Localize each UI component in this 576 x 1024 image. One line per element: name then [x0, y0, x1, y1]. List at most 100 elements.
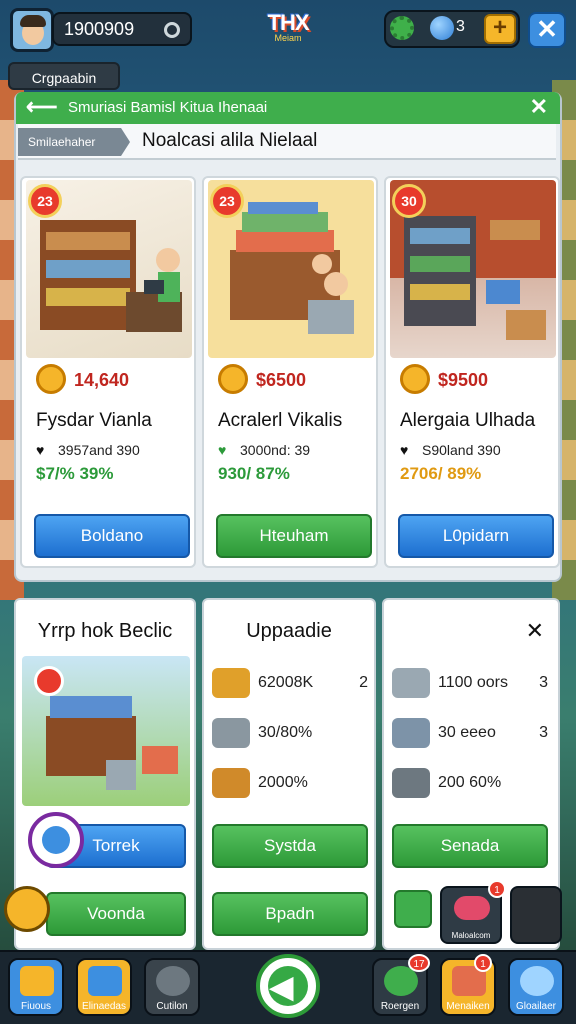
game-logo: THX Meiam	[256, 10, 320, 43]
coin-icon	[36, 364, 66, 394]
panel-close-icon[interactable]: ✕	[530, 94, 548, 120]
add-currency-button[interactable]: +	[484, 14, 516, 44]
back-arrow-icon[interactable]: ⟵	[26, 94, 58, 120]
promo-second-button[interactable]: Voonda	[46, 892, 186, 936]
quest-icon[interactable]	[4, 886, 50, 932]
card-action-button[interactable]: L0pidarn	[398, 514, 554, 558]
card-name: Alergaia Ulhada	[400, 410, 536, 431]
machine-icon	[392, 668, 430, 698]
level-badge: 23	[210, 184, 244, 218]
mini-card-label: Maloalcom	[451, 931, 491, 940]
nav-recycle[interactable]: Roergen 17	[372, 954, 430, 1016]
promo-title: Yrrp hok Beclic	[37, 620, 173, 642]
card-price: 14,640	[74, 370, 130, 390]
row-count: 3	[539, 674, 548, 691]
nav-label: Gloailaer	[515, 1001, 557, 1012]
row-count: 2	[359, 674, 368, 691]
row-text: 62008K	[258, 674, 314, 691]
ring-icon	[164, 22, 180, 38]
upgrade-row: 62008K 2	[212, 664, 372, 704]
upgrade-button[interactable]: Systda	[212, 824, 368, 868]
upgrade-second-button[interactable]: Bpadn	[212, 892, 368, 936]
home-icon	[20, 966, 54, 996]
card-percent: 930/ 87%	[218, 464, 290, 483]
coin-icon	[400, 364, 430, 394]
inventory-row: 200 60%	[392, 764, 552, 804]
promo-badge-icon	[34, 666, 64, 696]
cart-icon	[392, 768, 430, 798]
gem-count: 3	[456, 18, 465, 35]
nav-label: Menaiken	[446, 1001, 490, 1012]
inventory-button[interactable]: Senada	[392, 824, 548, 868]
shop-card[interactable]: 30 $9500 Alergaia Ulhada ♥ S90land 390 2…	[384, 176, 560, 568]
notification-badge: 1	[474, 954, 492, 972]
gold-bars-icon	[212, 768, 250, 798]
coin-counter[interactable]: 1900909	[52, 12, 192, 46]
heart-icon: ♥	[400, 442, 409, 458]
player-tag-button[interactable]: Crgpaabin	[8, 62, 120, 90]
logo-subtext: Meiam	[274, 33, 302, 43]
level-badge: 30	[392, 184, 426, 218]
nav-label: Elinaedas	[82, 1001, 126, 1012]
card-stat: 3957and 390	[58, 442, 140, 458]
row-text: 200 60%	[438, 774, 502, 791]
inventory-row: 1100 oors 3	[392, 664, 552, 704]
heart-icon: ♥	[218, 442, 227, 458]
row-text: 2000%	[258, 774, 308, 791]
map-icon[interactable]	[394, 890, 432, 928]
crate-icon	[212, 668, 250, 698]
upgrade-row: 30/80%	[212, 714, 372, 754]
inventory-row: 30 eeeo 3	[392, 714, 552, 754]
category-tag[interactable]: Smilaehaher	[18, 128, 130, 156]
panel-close-icon[interactable]: ✕	[526, 618, 544, 644]
card-name: Acralerl Vikalis	[218, 410, 343, 431]
row-text: 30/80%	[258, 724, 313, 741]
gem-icon	[430, 16, 454, 40]
player-avatar[interactable]	[10, 8, 54, 52]
row-text: 1100 oors	[438, 674, 508, 691]
card-percent: 2706/ 89%	[400, 464, 482, 483]
notification-badge: 17	[408, 954, 430, 972]
panel-title: Smuriasi Bamisl Kitua Ihenaai	[68, 99, 268, 116]
nav-home[interactable]: Fiuous	[8, 958, 64, 1016]
notification-badge: 1	[488, 880, 506, 898]
nav-customize[interactable]: Cutilon	[144, 958, 200, 1016]
row-text: 30 eeeo	[438, 724, 496, 741]
card-price: $6500	[256, 370, 307, 390]
upgrade-row: 2000%	[212, 764, 372, 804]
nav-label: Cutilon	[156, 1001, 188, 1012]
gear-icon[interactable]	[390, 16, 414, 40]
shop-card[interactable]: 23 14,640 Fysdar Vianla ♥ 3957and 390 $7…	[20, 176, 196, 568]
card-price: $9500	[438, 370, 489, 390]
mini-card[interactable]: Maloalcom 1	[440, 880, 506, 944]
card-action-button[interactable]: Hteuham	[216, 514, 372, 558]
card-action-button[interactable]: Boldano	[34, 514, 190, 558]
panel-header: ⟵ Smuriasi Bamisl Kitua Ihenaai ✕	[16, 92, 560, 124]
card-percent: $7/% 39%	[36, 464, 114, 483]
film-icon	[156, 966, 190, 996]
nav-shop[interactable]: Menaiken 1	[440, 954, 496, 1016]
coin-value: 1900909	[64, 19, 135, 39]
crate-icon	[88, 966, 122, 996]
nav-label: Fiuous	[20, 1001, 51, 1012]
level-badge: 23	[28, 184, 62, 218]
truck-icon	[392, 718, 430, 748]
card-name: Fysdar Vianla	[36, 410, 152, 431]
panel-subtitle: Noalcasi alila Nielaal	[142, 130, 318, 151]
nav-profile[interactable]: Gloailaer	[508, 958, 564, 1016]
nav-label: Roergen	[380, 1001, 420, 1012]
card-stat: S90land 390	[422, 442, 501, 458]
coin-icon	[218, 364, 248, 394]
settings-icon[interactable]	[510, 886, 562, 944]
close-icon[interactable]: ✕	[528, 12, 566, 48]
card-stat: 3000nd: 39	[240, 442, 311, 458]
user-icon	[520, 966, 554, 996]
top-bar: 1900909 THX Meiam 3 + ✕	[0, 0, 576, 60]
upgrade-panel: Uppaadie 62008K 2 30/80% 2000% Systda Bp…	[202, 598, 376, 950]
heart-icon: ♥	[36, 442, 45, 458]
arrow-left-icon: ◀	[270, 971, 294, 1004]
shop-card[interactable]: 23 $6500 Acralerl Vikalis ♥ 3000nd: 39 9…	[202, 176, 378, 568]
nav-inventory[interactable]: Elinaedas	[76, 958, 132, 1016]
inventory-panel: ✕ 1100 oors 3 30 eeeo 3 200 60% Senada M…	[382, 598, 562, 950]
cart-icon	[212, 718, 250, 748]
